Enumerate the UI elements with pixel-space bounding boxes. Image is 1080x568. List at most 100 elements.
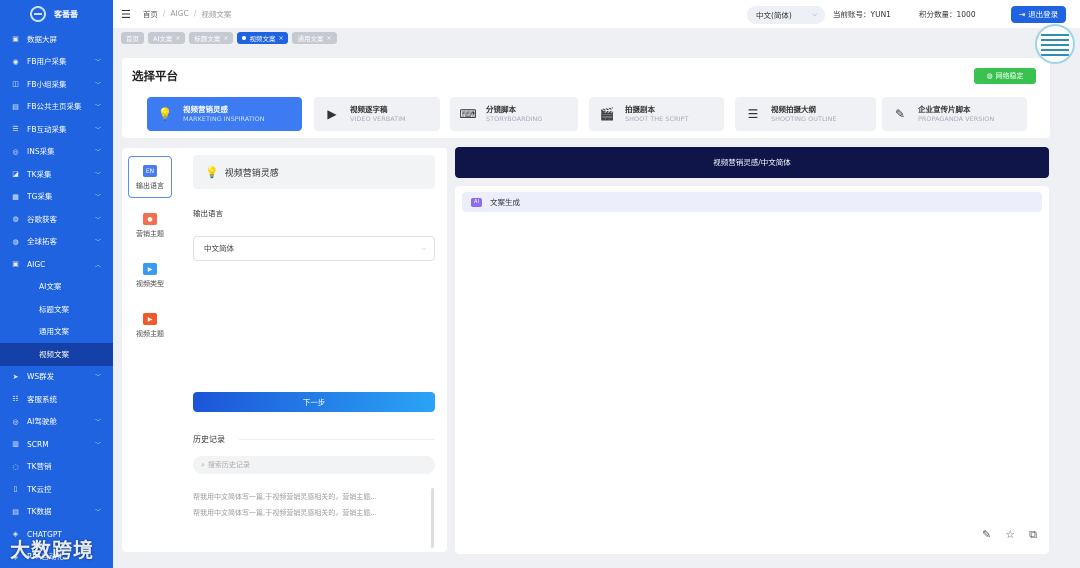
chevron-down-icon: ﹀ <box>94 509 101 517</box>
tg-icon: ▦ <box>12 192 19 201</box>
sidebar-item[interactable]: ◫ FB小组采集 ﹀ <box>0 73 113 96</box>
language-select[interactable]: 中文(简体) ⌵ <box>747 6 825 24</box>
history-search-input[interactable]: ⌕ 搜索历史记录 <box>193 456 435 474</box>
breadcrumb-current: 视频文案 <box>201 9 232 19</box>
sidebar-item[interactable]: ◍ 全球拓客 ﹀ <box>0 231 113 254</box>
form-header: 💡 视频营销灵感 <box>193 155 435 189</box>
chevron-down-icon: ﹀ <box>94 171 101 179</box>
video-script-icon: ▶ <box>327 107 337 121</box>
step-label: 营销主题 <box>136 230 164 238</box>
history-scrollbar[interactable] <box>431 488 434 548</box>
close-icon[interactable]: × <box>175 35 180 42</box>
menu-toggle-icon[interactable]: ☰ <box>121 8 131 21</box>
copy-generation-label: 文案生成 <box>490 197 520 207</box>
step-4[interactable]: ▶ 视频主题 <box>128 313 172 339</box>
sidebar-item-label: 客服系统 <box>27 394 57 404</box>
sidebar-item[interactable]: ◎ AI驾驶舱 ﹀ <box>0 411 113 434</box>
sidebar-item[interactable]: ▤ FB公共主页采集 ﹀ <box>0 96 113 119</box>
sidebar-item[interactable]: ▣ 数据大屏 <box>0 28 113 51</box>
sidebar-item[interactable]: ▦ TG采集 ﹀ <box>0 186 113 209</box>
language-value: 中文(简体) <box>756 10 792 20</box>
platform-card-subtitle: STORYBOARDING <box>486 114 543 123</box>
chevron-down-icon: ﹀ <box>94 126 101 134</box>
platform-card[interactable]: ▶ 视频逐字稿 VIDEO VERBATIM <box>314 97 440 131</box>
sidebar-subitem[interactable]: 标题文案 <box>0 298 113 321</box>
step-2[interactable]: ● 营销主题 <box>128 213 172 239</box>
service-icon: ☷ <box>12 395 19 404</box>
sidebar-item[interactable]: ◎ INS采集 ﹀ <box>0 141 113 164</box>
breadcrumb-aigc[interactable]: AIGC <box>170 9 188 20</box>
tab-tag[interactable]: 通用文案 × <box>292 32 337 44</box>
step-3[interactable]: ▶ 视频类型 <box>128 263 172 289</box>
copy-generation-bar: AI 文案生成 <box>462 192 1042 212</box>
copy-icon[interactable]: ⧉ <box>1029 528 1037 542</box>
app-logo[interactable]: 客番番 <box>0 0 113 28</box>
tab-tag[interactable]: 视频文案 × <box>237 32 289 44</box>
sidebar-subitem[interactable]: 通用文案 <box>0 321 113 344</box>
google-icon: ◍ <box>12 215 19 224</box>
chevron-down-icon: ﹀ <box>94 81 101 89</box>
phone-icon: ▯ <box>13 485 18 494</box>
history-item[interactable]: 帮我用中文简体写一篇,于视频营销灵感相关的，营销主题... <box>193 508 377 518</box>
tab-tag[interactable]: 首页 <box>121 32 144 44</box>
step-label: 视频类型 <box>136 280 164 288</box>
history-title: 历史记录 <box>193 435 225 444</box>
sidebar-item[interactable]: ◌ TK营销 <box>0 456 113 479</box>
sidebar-subitem[interactable]: AI文案 <box>0 276 113 299</box>
breadcrumb-home[interactable]: 首页 <box>143 9 158 20</box>
edit-icon[interactable]: ✎ <box>982 528 991 542</box>
output-language-select[interactable]: 中文简体 ⌵ <box>193 236 435 261</box>
ai-icon: AI <box>471 197 482 207</box>
tab-tag-label: 视频文案 <box>249 35 276 43</box>
sidebar-subitem[interactable]: 视频文案 <box>0 343 113 366</box>
history-item[interactable]: 帮我用中文简体写一篇,于视频营销灵感相关的，营销主题... <box>193 492 377 502</box>
next-step-button[interactable]: 下一步 <box>193 392 435 412</box>
sidebar-item-label: FB用户采集 <box>27 57 67 67</box>
sidebar-item-label: FB小组采集 <box>27 79 67 89</box>
sidebar-item[interactable]: ☷ 客服系统 <box>0 388 113 411</box>
chevron-down-icon: ⌵ <box>421 244 426 252</box>
platform-card[interactable]: ⌨ 分镜脚本 STORYBOARDING <box>450 97 578 131</box>
platform-selector: 选择平台 ◍ 网络稳定 💡 视频营销灵感 MARKETING INSPIRATION… <box>122 58 1050 138</box>
chevron-down-icon: ﹀ <box>94 216 101 224</box>
tab-tag[interactable]: AI文案 × <box>148 32 186 44</box>
platform-card-text: 视频拍摄大纲 SHOOTING OUTLINE <box>771 105 836 124</box>
ai-icon: ▣ <box>12 260 19 269</box>
tab-tag[interactable]: 标题文案 × <box>189 32 234 44</box>
monitor-icon: ▣ <box>12 35 19 44</box>
sidebar-item-label: WS群发 <box>27 372 55 382</box>
sidebar-item[interactable]: ➤ WS群发 ﹀ <box>0 366 113 389</box>
promo-icon: ✎ <box>894 107 906 121</box>
play-icon: ▶ <box>143 313 157 325</box>
lightbulb-icon: 💡 <box>205 165 219 179</box>
sidebar-item[interactable]: ▣ AIGC ︿ <box>0 253 113 276</box>
platform-card-text: 视频逐字稿 VIDEO VERBATIM <box>350 105 406 124</box>
logout-button[interactable]: ⇥ 退出登录 <box>1011 6 1066 23</box>
sidebar-item[interactable]: ◪ TK采集 ﹀ <box>0 163 113 186</box>
floating-globe-icon[interactable] <box>1035 24 1075 64</box>
step-1[interactable]: EN 输出语言 <box>128 156 172 198</box>
sidebar-item[interactable]: ◍ 谷歌获客 ﹀ <box>0 208 113 231</box>
close-icon[interactable]: × <box>326 35 331 42</box>
sidebar-item[interactable]: ▤ TK数据 ﹀ <box>0 501 113 524</box>
platform-card[interactable]: 🎬 拍摄剧本 SHOOT THE SCRIPT <box>589 97 724 131</box>
platform-card[interactable]: ✎ 企业宣传片脚本 PROPAGANDA VERSION <box>882 97 1027 131</box>
sidebar-item[interactable]: ◉ FB用户采集 ﹀ <box>0 51 113 74</box>
sidebar-item[interactable]: ☰ FB互动采集 ﹀ <box>0 118 113 141</box>
chevron-down-icon: ﹀ <box>94 59 101 67</box>
output-language-value: 中文简体 <box>204 244 234 253</box>
platform-card[interactable]: 💡 视频营销灵感 MARKETING INSPIRATION <box>147 97 302 131</box>
sidebar-item-label: INS采集 <box>27 147 55 157</box>
close-icon[interactable]: × <box>223 35 228 42</box>
send-icon: ➤ <box>12 372 19 381</box>
platform-card[interactable]: ☰ 视频拍摄大纲 SHOOTING OUTLINE <box>735 97 876 131</box>
sidebar-item[interactable]: ▥ SCRM ﹀ <box>0 433 113 456</box>
chevron-down-icon: ﹀ <box>94 194 101 202</box>
platform-card-text: 企业宣传片脚本 PROPAGANDA VERSION <box>918 105 994 124</box>
close-icon[interactable]: × <box>278 35 283 42</box>
platform-card-text: 视频营销灵感 MARKETING INSPIRATION <box>183 105 265 124</box>
globe-icon: ◍ <box>12 237 19 246</box>
sidebar-item[interactable]: ▯ TK云控 <box>0 478 113 501</box>
logout-icon: ⇥ <box>1018 10 1026 19</box>
star-icon[interactable]: ☆ <box>1005 528 1015 542</box>
